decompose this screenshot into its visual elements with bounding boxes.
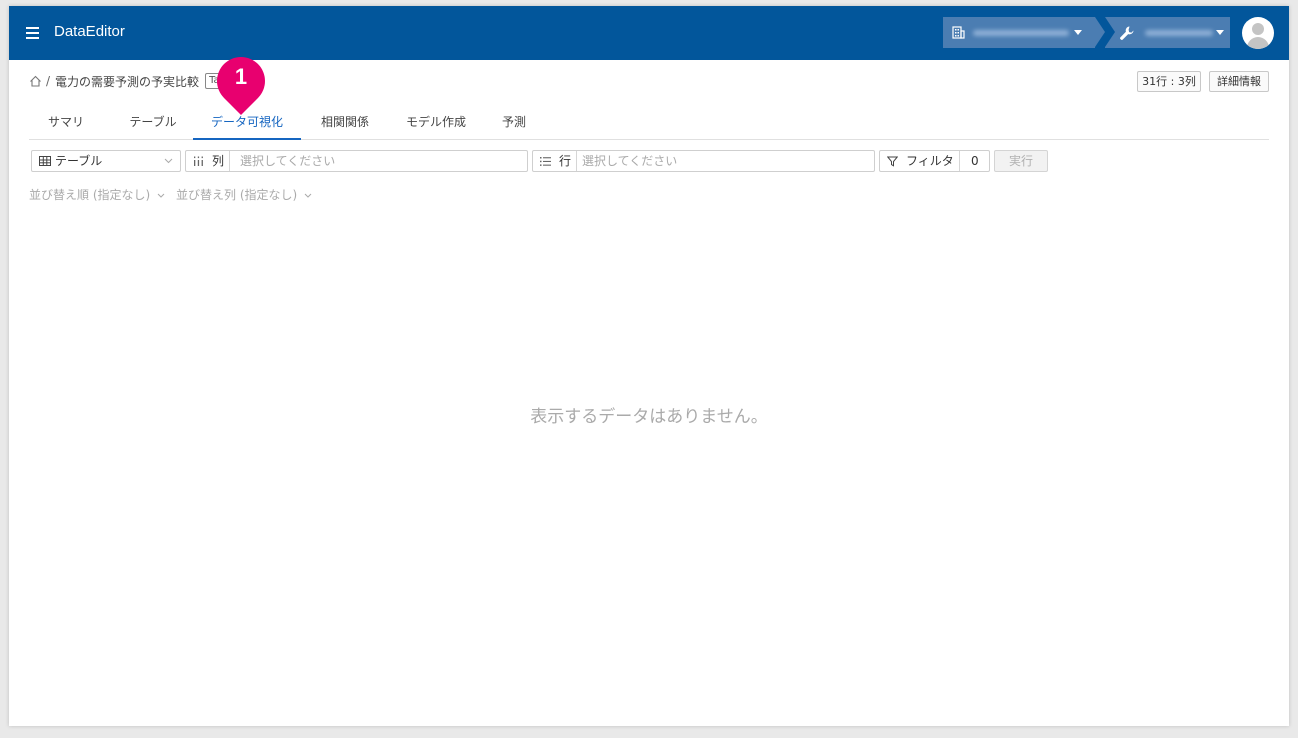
breadcrumb-separator: / <box>46 74 51 88</box>
run-button[interactable]: 実行 <box>994 150 1048 172</box>
filter-label: フィルタ <box>906 154 954 168</box>
chevron-down-icon <box>304 193 312 198</box>
home-icon[interactable] <box>29 75 42 87</box>
building-icon <box>952 26 965 39</box>
tab-bar: サマリ テーブル データ可視化 相関関係 モデル作成 予測 <box>29 106 1269 140</box>
filter-icon <box>887 156 898 167</box>
wrench-icon <box>1119 25 1135 41</box>
organization-selector[interactable] <box>943 17 1105 48</box>
app-title: DataEditor <box>54 23 125 40</box>
sort-column-label: 並び替え列 (指定なし) <box>176 188 298 202</box>
tab-table[interactable]: テーブル <box>125 113 181 140</box>
chevron-down-icon <box>157 193 165 198</box>
sort-column-dropdown[interactable]: 並び替え列 (指定なし) <box>176 186 312 203</box>
tab-correlation[interactable]: 相関関係 <box>317 113 373 140</box>
view-type-select[interactable]: テーブル <box>31 150 181 172</box>
column-input[interactable] <box>240 152 520 170</box>
breadcrumb: / 電力の需要予測の予実比較 Ta <box>29 73 228 89</box>
chevron-down-icon <box>1074 30 1082 35</box>
tab-model-creation[interactable]: モデル作成 <box>403 113 469 140</box>
column-field[interactable]: 列 <box>185 150 528 172</box>
app-header: DataEditor <box>9 6 1289 60</box>
tool-name-redacted <box>1145 30 1213 36</box>
chevron-down-icon <box>164 158 173 164</box>
tool-selector[interactable] <box>1105 17 1230 48</box>
column-icon <box>193 156 204 166</box>
table-icon <box>39 156 51 166</box>
app-window: DataEditor / 電力の需要予測の予実比較 Ta 1 31行 : 3列 … <box>9 6 1289 726</box>
tab-data-visualization[interactable]: データ可視化 <box>193 113 301 140</box>
row-column-count-button[interactable]: 31行 : 3列 <box>1137 71 1201 92</box>
view-type-value: テーブル <box>55 154 103 168</box>
details-button[interactable]: 詳細情報 <box>1209 71 1269 92</box>
hamburger-menu-icon[interactable] <box>26 27 39 39</box>
tab-prediction[interactable]: 予測 <box>499 113 529 140</box>
chevron-down-icon <box>1216 30 1224 35</box>
organization-name-redacted <box>973 30 1069 36</box>
row-input[interactable] <box>582 152 867 170</box>
breadcrumb-dataset-name: 電力の需要予測の予実比較 <box>55 74 200 89</box>
sort-order-dropdown[interactable]: 並び替え順 (指定なし) <box>29 186 165 203</box>
filter-count: 0 <box>971 154 979 168</box>
column-label: 列 <box>212 154 225 168</box>
list-icon <box>540 157 551 166</box>
row-label: 行 <box>559 154 572 168</box>
filter-button[interactable]: フィルタ 0 <box>879 150 990 172</box>
row-field[interactable]: 行 <box>532 150 875 172</box>
empty-state-message: 表示するデータはありません。 <box>530 407 768 427</box>
sort-order-label: 並び替え順 (指定なし) <box>29 188 151 202</box>
user-avatar[interactable] <box>1242 17 1274 49</box>
tab-summary[interactable]: サマリ <box>47 113 85 140</box>
annotation-marker-number: 1 <box>234 64 248 89</box>
